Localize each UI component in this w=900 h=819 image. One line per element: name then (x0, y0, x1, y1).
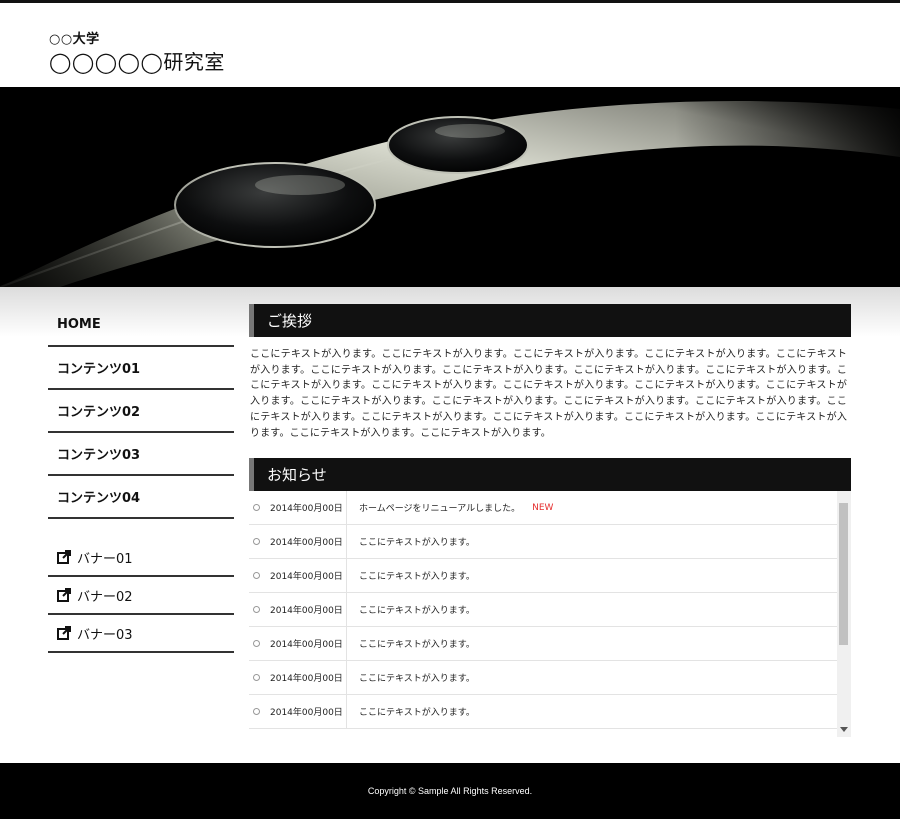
bullet-icon (253, 708, 260, 716)
divider (346, 661, 347, 695)
banner-02-link[interactable]: バナー02 (48, 577, 234, 615)
university-name: ○○大学 (49, 32, 100, 47)
news-text: ここにテキストが入ります。 (359, 538, 475, 549)
banner-01-label: バナー01 (77, 551, 133, 567)
news-scroll-area[interactable]: 2014年00月00日 ホームページをリニューアルしました。 NEW 2014年… (249, 491, 851, 738)
sidebar-navigation: HOME コンテンツ01 コンテンツ02 コンテンツ03 コンテンツ04 バナー… (48, 304, 234, 653)
divider (346, 627, 347, 661)
external-link-icon (57, 550, 71, 564)
banner-02-label: バナー02 (77, 589, 133, 605)
bullet-icon (253, 504, 260, 512)
hero-image (0, 87, 900, 287)
news-text: ここにテキストが入ります。 (359, 640, 475, 651)
lab-name[interactable]: ◯◯◯◯◯研究室 (49, 46, 225, 75)
divider (346, 525, 347, 559)
bullet-icon (253, 640, 260, 648)
news-list: 2014年00月00日 ホームページをリニューアルしました。 NEW 2014年… (249, 491, 837, 730)
scrollbar-thumb[interactable] (839, 503, 848, 646)
bullet-icon (253, 606, 260, 614)
news-text: ここにテキストが入ります。 (359, 606, 475, 617)
divider (346, 695, 347, 729)
news-date: 2014年00月00日 (270, 606, 343, 617)
greeting-text: ここにテキストが入ります。ここにテキストが入ります。ここにテキストが入ります。こ… (250, 349, 847, 439)
new-badge: NEW (532, 502, 554, 513)
external-link-icon (57, 588, 71, 602)
copyright-text: Copyright © Sample All Rights Reserved. (367, 786, 533, 796)
scroll-down-arrow-icon[interactable] (840, 727, 848, 733)
banner-01-link[interactable]: バナー01 (48, 539, 234, 577)
banner-03-label: バナー03 (77, 627, 133, 643)
external-link-icon (57, 626, 71, 640)
nav-contents-04[interactable]: コンテンツ04 (48, 476, 234, 519)
news-date: 2014年00月00日 (270, 640, 343, 651)
news-date: 2014年00月00日 (270, 674, 343, 685)
news-heading: お知らせ (249, 458, 851, 492)
news-scrollbar[interactable] (837, 491, 851, 738)
news-text: ここにテキストが入ります。 (359, 708, 475, 719)
divider (346, 593, 347, 627)
main-content: ご挨拶 ここにテキストが入ります。ここにテキストが入ります。ここにテキストが入り… (249, 304, 851, 738)
bullet-icon (253, 538, 260, 546)
divider (346, 559, 347, 593)
news-date: 2014年00月00日 (270, 504, 343, 515)
banner-list: バナー01 バナー02 バナー03 (48, 539, 234, 653)
site-footer: Copyright © Sample All Rights Reserved. (0, 763, 900, 819)
news-item[interactable]: 2014年00月00日 ここにテキストが入ります。 (249, 661, 837, 696)
water-drop-leaf-image (0, 87, 900, 287)
news-text: ここにテキストが入ります。 (359, 674, 475, 685)
news-item[interactable]: 2014年00月00日 ホームページをリニューアルしました。 NEW (249, 491, 837, 526)
news-item[interactable]: 2014年00月00日 ここにテキストが入ります。 (249, 559, 837, 594)
news-title: お知らせ (267, 466, 327, 485)
bullet-icon (253, 674, 260, 682)
divider (346, 491, 347, 525)
news-date: 2014年00月00日 (270, 708, 343, 719)
bullet-icon (253, 572, 260, 580)
nav-contents-01[interactable]: コンテンツ01 (48, 347, 234, 390)
nav-home[interactable]: HOME (48, 304, 234, 347)
news-item[interactable]: 2014年00月00日 ここにテキストが入ります。 (249, 695, 837, 730)
site-header: ○○大学 ◯◯◯◯◯研究室 (0, 3, 900, 87)
banner-03-link[interactable]: バナー03 (48, 615, 234, 653)
news-item[interactable]: 2014年00月00日 ここにテキストが入ります。 (249, 593, 837, 628)
news-text: ホームページをリニューアルしました。 (359, 504, 521, 515)
nav-contents-03[interactable]: コンテンツ03 (48, 433, 234, 476)
news-date: 2014年00月00日 (270, 538, 343, 549)
news-text: ここにテキストが入ります。 (359, 572, 475, 583)
nav-contents-02[interactable]: コンテンツ02 (48, 390, 234, 433)
greeting-heading: ご挨拶 (249, 304, 851, 337)
news-item[interactable]: 2014年00月00日 ここにテキストが入ります。 (249, 525, 837, 560)
news-date: 2014年00月00日 (270, 572, 343, 583)
greeting-title: ご挨拶 (267, 312, 313, 330)
news-item[interactable]: 2014年00月00日 ここにテキストが入ります。 (249, 627, 837, 662)
